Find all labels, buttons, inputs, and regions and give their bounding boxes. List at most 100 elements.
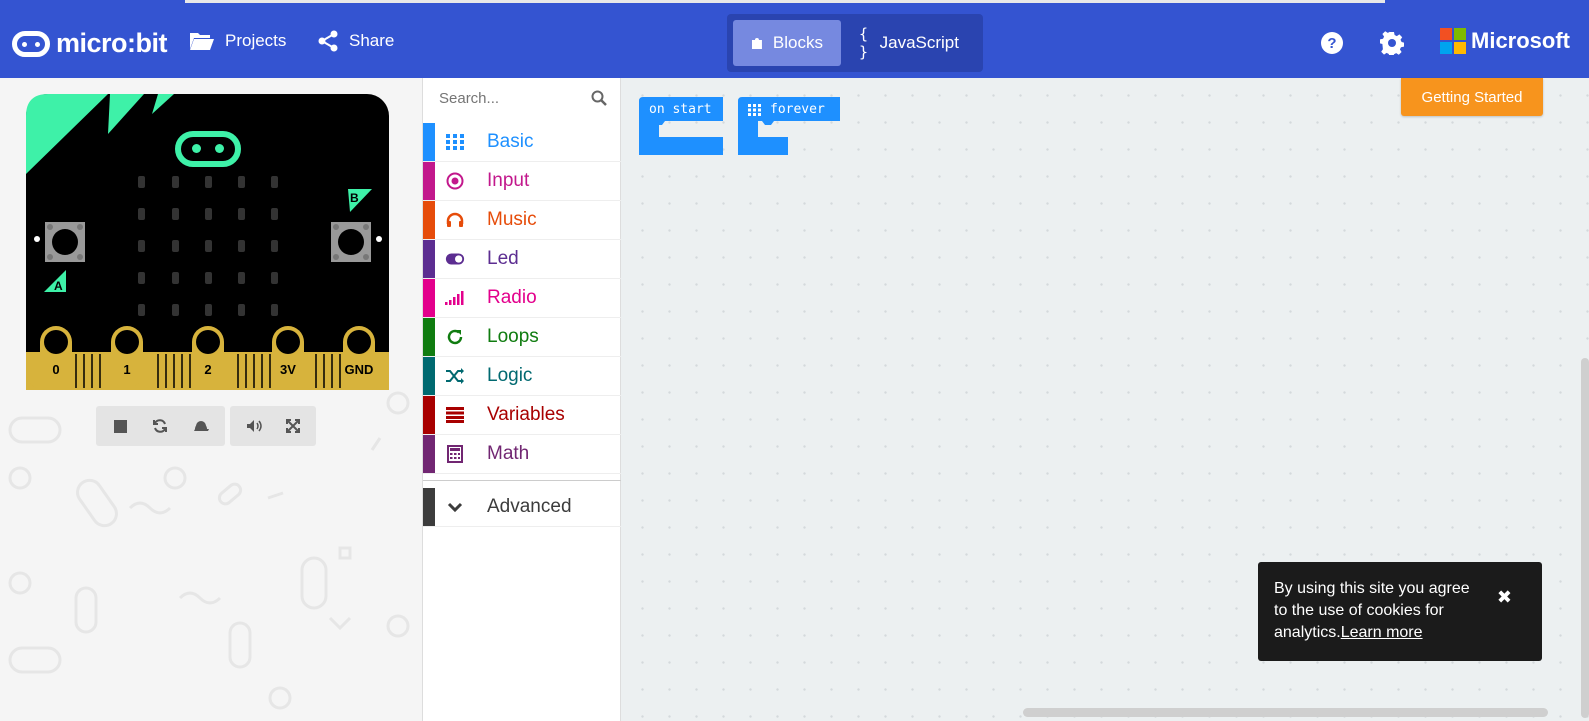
getting-started-button[interactable]: Getting Started [1401,78,1543,116]
button-a-label: A [54,279,63,293]
category-input[interactable]: Input [423,162,621,201]
category-math[interactable]: Math [423,435,621,474]
block-label: on start [649,102,712,117]
pin-gnd-label: GND [345,362,374,377]
category-label: Variables [487,404,565,425]
stop-button[interactable] [102,410,138,442]
puzzle-icon [751,38,762,49]
on-start-block[interactable]: on start [639,97,723,157]
signal-icon [445,288,465,308]
microbit-logo-icon [12,30,50,57]
category-stripe [423,488,435,526]
microsoft-squares-icon [1440,28,1466,54]
category-led[interactable]: Led [423,240,621,279]
shuffle-icon [445,366,465,386]
simulator-controls [96,406,316,446]
category-stripe [423,318,435,356]
close-icon[interactable]: ✖ [1497,586,1512,608]
category-label: Music [487,209,537,230]
browser-top-strip [0,0,1589,8]
mute-button[interactable] [236,410,271,442]
learn-more-link[interactable]: Learn more [1341,624,1423,641]
category-label: Advanced [487,496,572,517]
microbit-board[interactable]: A B 0 1 2 3V GND [26,94,389,390]
refresh-icon [153,419,168,433]
list-icon [445,405,465,425]
restart-button[interactable] [142,410,178,442]
grid-icon [445,132,465,152]
category-variables[interactable]: Variables [423,396,621,435]
address-bar-edge [185,0,1385,3]
block-header: forever [738,97,835,122]
speaker-icon [246,420,262,432]
category-music[interactable]: Music [423,201,621,240]
category-stripe [423,240,435,278]
microsoft-logo[interactable]: Microsoft [1440,28,1570,54]
gear-icon[interactable] [1380,31,1404,55]
toolbox: Basic Input Music Led Radio Loops Logic … [422,78,621,721]
toggle-icon [445,249,465,269]
chevron-down-icon [445,497,465,517]
grid-icon [748,103,761,116]
projects-button[interactable]: Projects [189,30,286,52]
category-label: Led [487,248,519,269]
category-stripe [423,279,435,317]
pin-0-label: 0 [52,362,59,377]
category-advanced[interactable]: Advanced [423,488,621,527]
stop-icon [113,419,127,433]
microsoft-label: Microsoft [1471,28,1570,53]
editor-mode-switch: Blocks { } JavaScript [727,14,983,72]
category-basic[interactable]: Basic [423,123,621,162]
category-stripe [423,357,435,395]
button-b-label: B [350,191,359,205]
category-stripe [423,396,435,434]
category-label: Logic [487,365,533,386]
category-stripe [423,435,435,473]
target-icon [445,171,465,191]
category-label: Basic [487,131,534,152]
toolbox-divider [423,480,621,481]
category-stripe [423,201,435,239]
simulator-panel: A B 0 1 2 3V GND [0,78,422,721]
pin-3v-label: 3V [280,362,296,377]
category-logic[interactable]: Logic [423,357,621,396]
braces-icon: { } [859,25,869,61]
svg-text:?: ? [1327,35,1336,52]
javascript-tab[interactable]: { } JavaScript [841,20,977,66]
help-icon[interactable]: ? [1320,31,1344,55]
category-label: Input [487,170,530,191]
category-label: Loops [487,326,539,347]
vertical-scrollbar[interactable] [1581,358,1589,718]
refresh-icon [445,327,465,347]
cookie-text-wrap: By using this site you agree to the use … [1274,578,1484,644]
category-stripe [423,123,435,161]
category-stripe [423,162,435,200]
forever-block[interactable]: forever [738,97,840,157]
category-label: Math [487,443,530,464]
slow-mo-button[interactable] [183,410,219,442]
top-header: micro:bit Projects Share Blocks { } Java… [0,8,1589,78]
search-icon[interactable] [591,90,607,106]
pin-1-label: 1 [123,362,130,377]
share-button[interactable]: Share [317,30,394,52]
blocks-tab[interactable]: Blocks [733,20,841,66]
horizontal-scrollbar[interactable] [1023,708,1548,717]
headphones-icon [445,210,465,230]
pin-2-label: 2 [204,362,211,377]
category-loops[interactable]: Loops [423,318,621,357]
javascript-label: JavaScript [879,33,959,52]
snail-icon [193,421,209,431]
calculator-icon [445,444,465,464]
share-label: Share [349,31,395,50]
search-input[interactable] [439,89,584,107]
share-icon [318,30,338,52]
category-radio[interactable]: Radio [423,279,621,318]
expand-icon [285,419,300,433]
cookie-banner: By using this site you agree to the use … [1258,562,1542,661]
sim-control-group [96,406,225,446]
microbit-logo[interactable]: micro:bit [12,28,168,59]
fullscreen-button[interactable] [275,410,310,442]
blocks-label: Blocks [772,33,823,52]
block-label: forever [770,102,825,117]
sim-control-group-2 [230,406,316,446]
